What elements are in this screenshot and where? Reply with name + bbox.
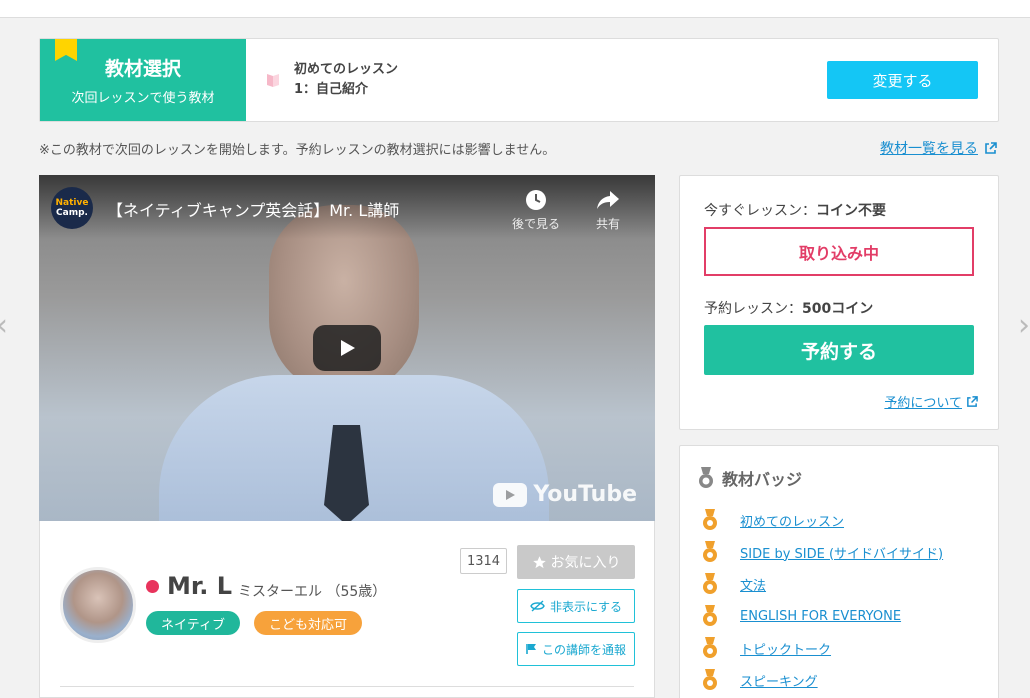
medal-icon xyxy=(703,669,717,690)
material-label-subtitle: 次回レッスンで使う教材 xyxy=(71,91,215,106)
material-badges-panel: 教材バッジ 初めてのレッスン SIDE by SIDE (サイドバイサイド) 文… xyxy=(679,445,999,698)
medal-icon xyxy=(703,605,717,626)
chevron-left-icon[interactable]: ‹ xyxy=(0,308,8,343)
top-bar xyxy=(0,0,1030,18)
instant-lesson-info: 今すぐレッスン：コイン不要 xyxy=(704,200,886,220)
badge-list: 初めてのレッスン SIDE by SIDE (サイドバイサイド) 文法 ENGL… xyxy=(702,504,943,696)
star-icon xyxy=(532,555,546,568)
external-link-icon xyxy=(985,141,997,154)
favorite-button[interactable]: お気に入り xyxy=(517,545,635,579)
teacher-avatar xyxy=(60,567,136,643)
material-label: 教材選択 次回レッスンで使う教材 xyxy=(40,39,246,121)
teacher-name: Mr. L xyxy=(167,572,233,600)
material-notice: ※この教材で次回のレッスンを開始します。予約レッスンの教材選択には影響しません。 xyxy=(39,143,556,158)
watch-later-control[interactable]: 後で見る xyxy=(501,189,571,232)
chevron-right-icon[interactable]: › xyxy=(1018,308,1030,343)
badge-item: スピーキング xyxy=(702,664,943,696)
lesson-booking-panel: 今すぐレッスン：コイン不要 取り込み中 予約レッスン：500コイン 予約する 予… xyxy=(679,175,999,430)
medal-icon xyxy=(703,541,717,562)
badge-link[interactable]: 文法 xyxy=(740,575,766,594)
channel-logo-top: Native xyxy=(55,198,89,208)
favorite-button-label: お気に入り xyxy=(550,555,621,571)
channel-logo-bottom: Camp. xyxy=(56,208,88,218)
tag-native: ネイティブ xyxy=(146,611,240,635)
about-reservation-label: 予約について xyxy=(884,396,962,411)
material-selection-panel: 教材選択 次回レッスンで使う教材 初めてのレッスン 1：自己紹介 変更する xyxy=(39,38,999,122)
badge-item: トピックトーク xyxy=(702,632,943,664)
badge-item: ENGLISH FOR EVERYONE xyxy=(702,600,943,632)
badge-item: SIDE by SIDE (サイドバイサイド) xyxy=(702,536,943,568)
instant-lesson-cost: コイン不要 xyxy=(816,203,886,219)
teacher-kana-age: ミスターエル （55歳） xyxy=(238,584,387,600)
reservation-info: 予約レッスン：500コイン xyxy=(704,298,873,318)
favorite-count: 1314 xyxy=(460,548,507,574)
play-icon xyxy=(341,340,355,356)
badge-link[interactable]: 初めてのレッスン xyxy=(740,511,844,530)
medal-icon xyxy=(703,637,717,658)
youtube-play-icon xyxy=(493,482,528,507)
book-icon xyxy=(267,74,279,87)
badge-link[interactable]: ENGLISH FOR EVERYONE xyxy=(740,609,901,624)
teacher-profile-card: Mr. L ミスターエル （55歳） ネイティブ こども対応可 1314 お気に… xyxy=(39,521,655,698)
share-label: 共有 xyxy=(595,217,620,231)
reserve-button[interactable]: 予約する xyxy=(704,325,974,375)
change-material-button[interactable]: 変更する xyxy=(827,61,978,99)
clock-icon xyxy=(526,190,546,210)
external-link-icon xyxy=(967,395,978,407)
badge-link[interactable]: SIDE by SIDE (サイドバイサイド) xyxy=(740,543,943,562)
material-list-link[interactable]: 教材一覧を見る xyxy=(880,138,997,158)
reservation-label: 予約レッスン： xyxy=(704,301,802,317)
channel-logo[interactable]: Native Camp. xyxy=(51,187,93,229)
youtube-label: YouTube xyxy=(533,482,637,507)
share-control[interactable]: 共有 xyxy=(573,189,643,232)
bookmark-ribbon-icon xyxy=(55,39,77,61)
intro-video-player[interactable]: Native Camp. 【ネイティブキャンプ英会話】Mr. L講師 後で見る 共… xyxy=(39,175,655,521)
badges-title: 教材バッジ xyxy=(698,466,802,490)
status-dot xyxy=(146,580,159,593)
badge-link[interactable]: トピックトーク xyxy=(740,639,831,658)
badges-title-label: 教材バッジ xyxy=(722,470,803,489)
share-icon xyxy=(597,191,619,209)
material-chapter: 1：自己紹介 xyxy=(294,82,369,97)
card-divider xyxy=(60,686,634,687)
hide-teacher-button[interactable]: 非表示にする xyxy=(517,589,635,623)
watch-later-label: 後で見る xyxy=(511,217,560,231)
eye-off-icon xyxy=(530,600,545,612)
material-list-link-label: 教材一覧を見る xyxy=(880,141,978,157)
about-reservation-link[interactable]: 予約について xyxy=(884,392,978,411)
report-teacher-button[interactable]: この講師を通報 xyxy=(517,632,635,666)
medal-icon xyxy=(703,509,717,530)
medal-icon xyxy=(703,573,717,594)
report-teacher-label: この講師を通報 xyxy=(541,642,626,657)
video-title[interactable]: 【ネイティブキャンプ英会話】Mr. L講師 xyxy=(107,197,399,221)
play-button[interactable] xyxy=(313,325,381,371)
youtube-logo[interactable]: YouTube xyxy=(493,482,637,507)
flag-icon xyxy=(526,644,536,654)
badge-item: 文法 xyxy=(702,568,943,600)
tag-kids-ok: こども対応可 xyxy=(254,611,362,635)
medal-icon xyxy=(699,467,713,488)
teacher-status-badge: 取り込み中 xyxy=(704,227,974,276)
reservation-cost: 500コイン xyxy=(802,301,874,317)
instant-lesson-label: 今すぐレッスン： xyxy=(704,203,816,219)
hide-teacher-label: 非表示にする xyxy=(549,599,623,614)
material-name: 初めてのレッスン xyxy=(294,62,399,77)
badge-item: 初めてのレッスン xyxy=(702,504,943,536)
badge-link[interactable]: スピーキング xyxy=(740,671,818,690)
material-label-title: 教材選択 xyxy=(104,58,181,80)
